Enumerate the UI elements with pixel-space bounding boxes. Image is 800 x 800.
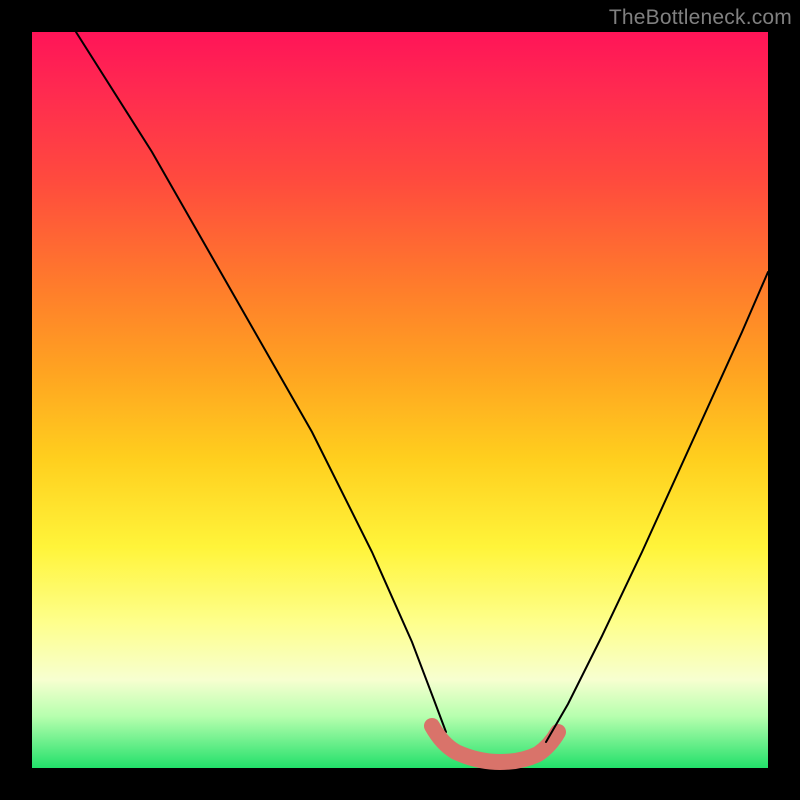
chart-frame: TheBottleneck.com	[0, 0, 800, 800]
curve-right-branch	[546, 272, 768, 742]
curve-group	[76, 32, 768, 762]
curve-valley-highlight	[432, 726, 558, 762]
curve-left-branch	[76, 32, 446, 732]
watermark-text: TheBottleneck.com	[609, 6, 792, 30]
bottleneck-curve	[32, 32, 768, 768]
